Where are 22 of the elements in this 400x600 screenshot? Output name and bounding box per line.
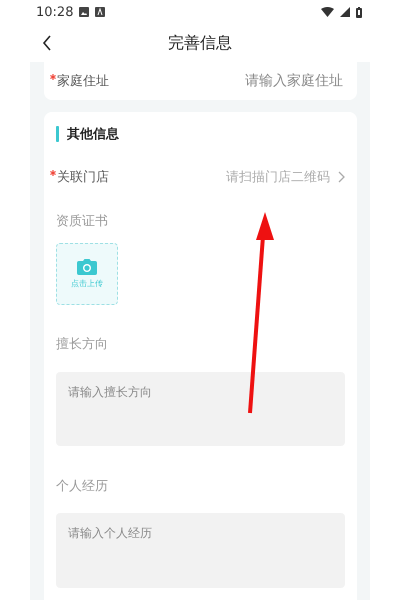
store-picker-field[interactable]: 请扫描门店二维码 xyxy=(109,168,332,186)
chevron-right-icon xyxy=(338,171,345,184)
address-field[interactable]: 请输入家庭住址 xyxy=(109,72,345,90)
camera-icon xyxy=(77,258,97,275)
wifi-icon xyxy=(321,7,334,17)
back-icon[interactable] xyxy=(42,35,52,51)
signal-icon xyxy=(340,7,350,17)
address-row[interactable]: 家庭住址 请输入家庭住址 xyxy=(44,62,357,100)
field-label: 资质证书 xyxy=(56,213,108,230)
field-label: 家庭住址 xyxy=(57,73,109,90)
text-area-field[interactable]: 请输入个人经历 xyxy=(56,513,345,588)
field-label: 擅长方向 xyxy=(56,336,108,354)
section-title: 其他信息 xyxy=(67,126,119,143)
section-accent xyxy=(56,126,59,142)
battery-icon xyxy=(356,6,362,18)
page-title: 完善信息 xyxy=(167,32,233,54)
status-time: 10:28 xyxy=(36,4,74,20)
letter-box-icon xyxy=(95,7,106,17)
text-area-field[interactable]: 请输入擅长方向 xyxy=(56,372,345,446)
field-label: 关联门店 xyxy=(57,169,109,186)
field-label: 个人经历 xyxy=(56,478,108,495)
image-icon xyxy=(79,7,90,17)
